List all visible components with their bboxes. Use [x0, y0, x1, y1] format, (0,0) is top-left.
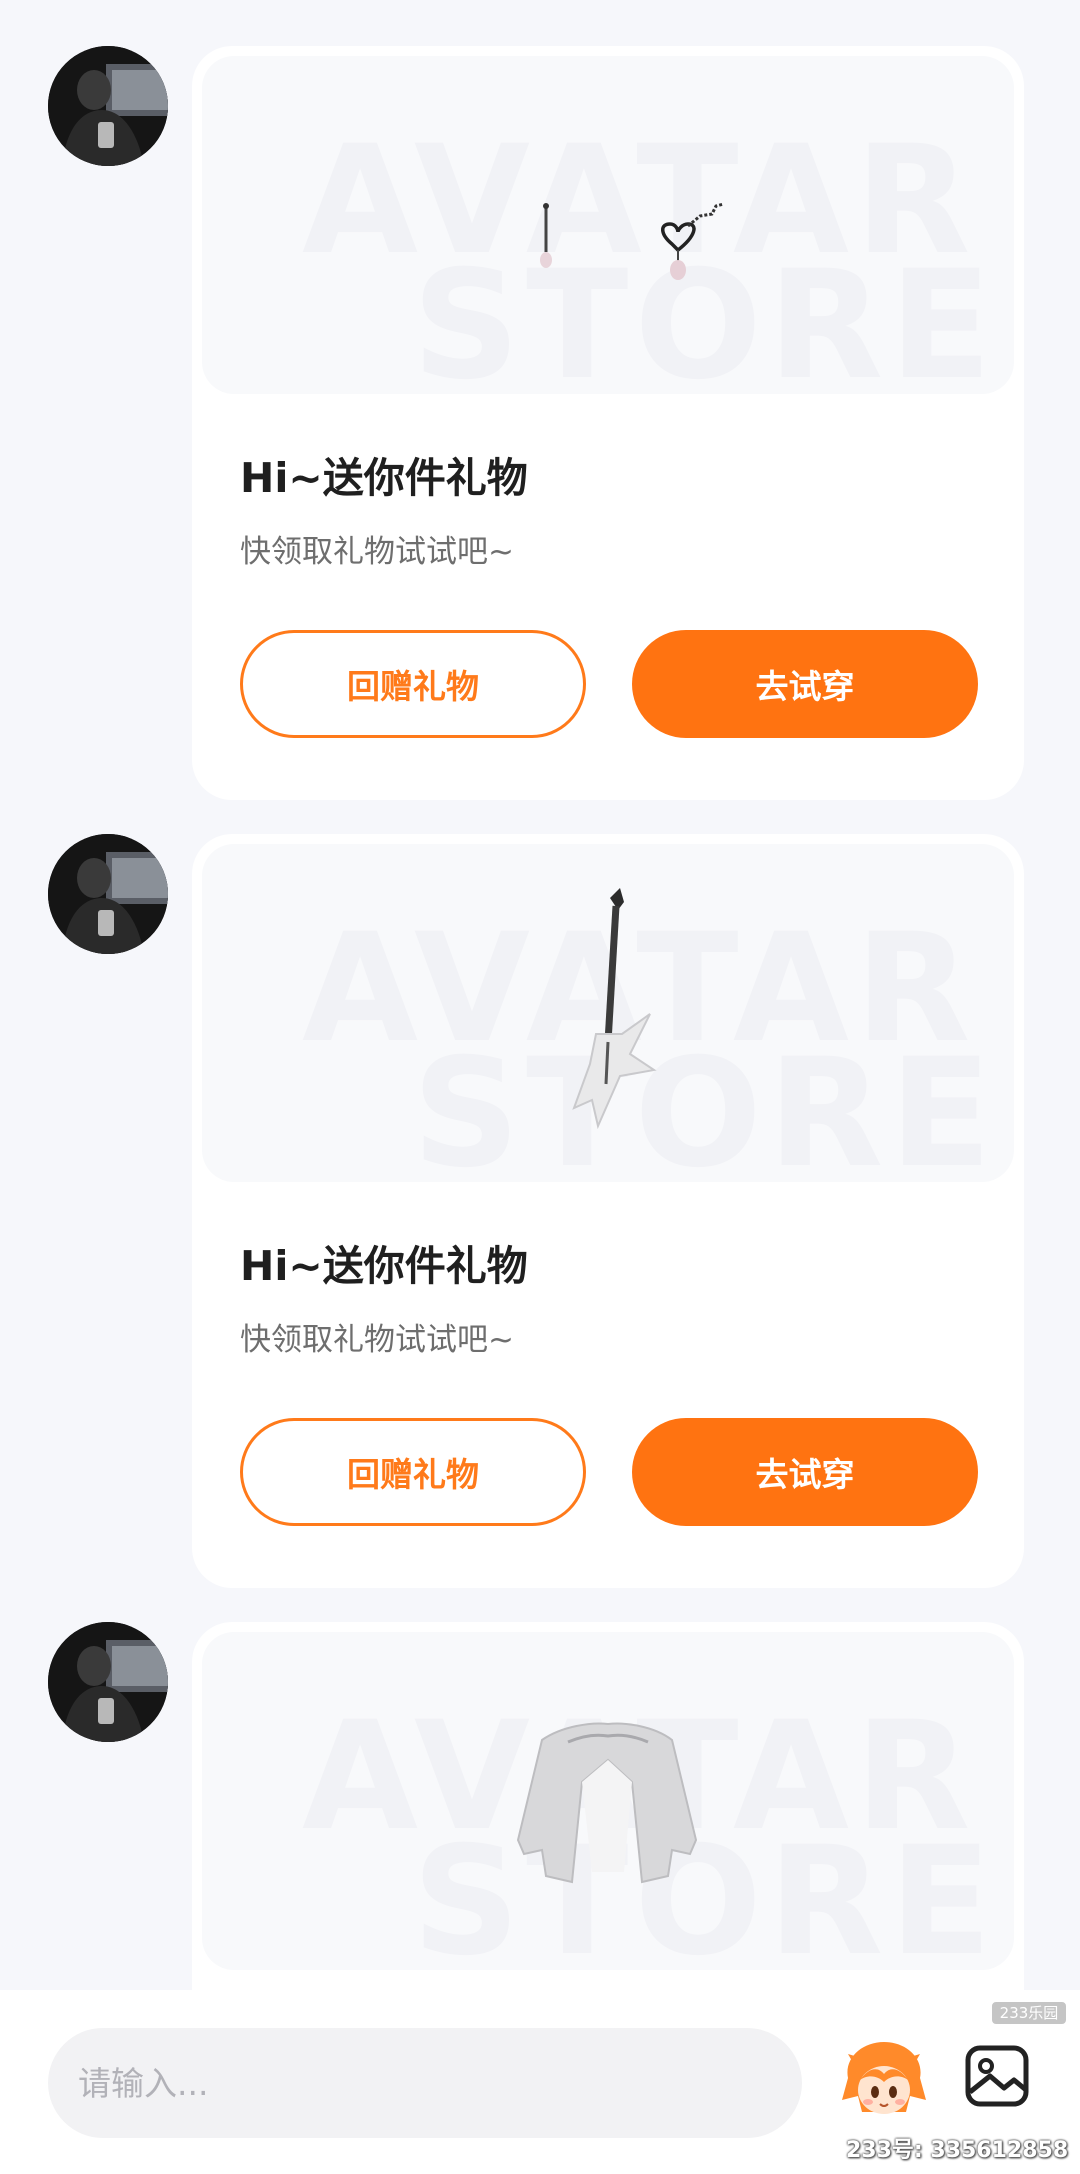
gift-card: AVATAR STORE [192, 1622, 1024, 1990]
heart-earrings-icon [540, 202, 725, 280]
jacket-icon [516, 1722, 698, 1884]
message-input[interactable] [48, 2028, 802, 2138]
chat-message-list[interactable]: AVATAR STORE Hi~送你件礼物 快领取礼物试试吧~ 回赠礼物 去试穿 [0, 0, 1080, 1990]
user-avatar[interactable] [48, 1622, 168, 1742]
gift-subtitle: 快领取礼物试试吧~ [240, 1322, 514, 1358]
return-gift-button[interactable]: 回赠礼物 [240, 630, 586, 738]
try-on-button[interactable]: 去试穿 [632, 630, 978, 738]
user-id-watermark: 233号: 335612858 [846, 2138, 1069, 2163]
gift-title: Hi~送你件礼物 [240, 454, 528, 502]
gift-subtitle: 快领取礼物试试吧~ [240, 534, 514, 570]
image-icon[interactable] [962, 2040, 1034, 2112]
gift-card: AVATAR STORE Hi~送你件礼物 快领取礼物试试吧~ 回赠礼物 去试穿 [192, 834, 1024, 1588]
return-gift-button[interactable]: 回赠礼物 [240, 1418, 586, 1526]
try-on-button[interactable]: 去试穿 [632, 1418, 978, 1526]
guitar-icon [572, 888, 657, 1130]
app-logo-watermark: 233乐园 [990, 2000, 1068, 2026]
gift-preview: AVATAR STORE [202, 56, 1014, 394]
gift-preview: AVATAR STORE [202, 1632, 1014, 1970]
user-avatar[interactable] [48, 46, 168, 166]
gift-preview: AVATAR STORE [202, 844, 1014, 1182]
mascot-emoji-icon[interactable] [838, 2038, 930, 2130]
gift-title: Hi~送你件礼物 [240, 1242, 528, 1290]
user-avatar[interactable] [48, 834, 168, 954]
gift-card: AVATAR STORE Hi~送你件礼物 快领取礼物试试吧~ 回赠礼物 去试穿 [192, 46, 1024, 800]
